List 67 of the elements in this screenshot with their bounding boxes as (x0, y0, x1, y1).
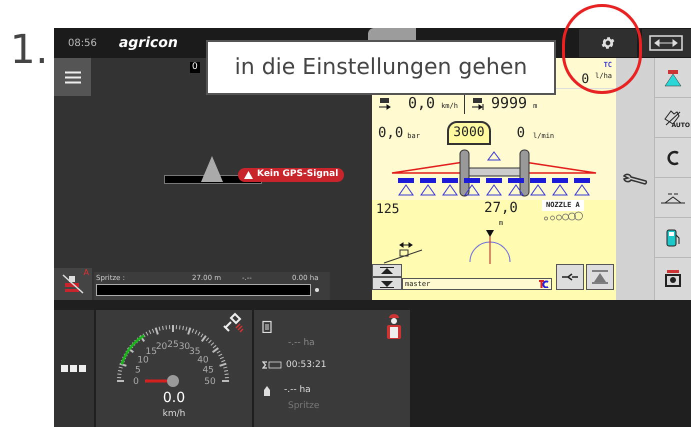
needle (145, 375, 179, 387)
settings-icon (600, 35, 616, 51)
step-number: 1. (10, 30, 50, 70)
work-time-text: 00:53:21 (286, 358, 326, 372)
boom-angle-indicator (468, 230, 512, 264)
warning-icon (244, 171, 253, 179)
gauge-tick-label: 10 (137, 355, 149, 366)
speed-reading: 0.0 (162, 390, 186, 408)
boom-raise-button[interactable] (372, 264, 402, 277)
rate-value: 0 (581, 71, 590, 89)
dots-icon (61, 365, 87, 372)
up-arrow-icon (380, 266, 394, 274)
gauge-tick-label: 15 (146, 347, 157, 358)
section-count: 125 (376, 201, 400, 219)
settings-button[interactable] (579, 29, 637, 57)
speed-value: 0,0 (408, 93, 436, 114)
gauge-tick-label: 35 (189, 347, 200, 358)
worked-area-text: -.-- ha (288, 337, 316, 350)
gauge-tick-label: 50 (204, 377, 216, 387)
logo: agricon (118, 34, 178, 52)
boom-lower-button[interactable] (372, 277, 402, 290)
boom-arrows-icon (660, 190, 686, 204)
clipboard-icon (262, 320, 272, 333)
more-widgets-button[interactable] (54, 310, 94, 427)
applied-area-text: -.-- ha (284, 384, 311, 397)
flow-value: 0 (516, 124, 526, 142)
working-width-value: 27,0 (484, 200, 518, 218)
gauge-tick-label: 40 (197, 355, 209, 366)
task-controller-icon (539, 280, 549, 288)
tank-value: 3000 (447, 121, 491, 145)
sprayer-off-icon (62, 274, 84, 294)
gauge-tick-label: 5 (134, 366, 141, 376)
swap-arrows-icon (649, 35, 684, 51)
boom-fold-button[interactable] (556, 264, 584, 290)
job-name: Spritze (288, 400, 320, 412)
gauge-tick-label: 25 (167, 340, 179, 350)
tractor-distance-icon (470, 96, 485, 110)
wrench-icon (622, 172, 648, 186)
gauge-tick-label: 30 (178, 342, 190, 352)
c-letter-icon (666, 150, 680, 166)
gauge-tick-label: 0 (133, 377, 139, 387)
distance-value: 9999 (490, 93, 528, 114)
valve-icon (664, 269, 682, 287)
sum-counter-icon (262, 361, 282, 370)
satellite-icon (222, 312, 244, 334)
gauge-tick-label: 45 (202, 366, 214, 376)
menu-icon (64, 70, 80, 84)
menu-button[interactable] (54, 58, 91, 96)
speed-reading-unit: km/h (162, 408, 186, 420)
map-counter: 0 (190, 62, 200, 73)
tractor-position-icon (201, 156, 223, 182)
gauge-tick-label: 20 (156, 342, 168, 352)
clock-time: 08:56 (68, 36, 97, 50)
tractor-speed-icon (378, 96, 392, 110)
boom-center-button[interactable] (586, 264, 614, 290)
down-arrow-icon (380, 280, 394, 288)
sprayer-nozzle-icon (664, 68, 682, 86)
gps-warning-text: Kein GPS-Signal (257, 168, 338, 182)
pressure-value: 0,0 (378, 124, 404, 142)
swap-screen-button[interactable] (642, 29, 691, 57)
callout-text: in die Einstellungen gehen (234, 54, 528, 82)
operator-icon (386, 314, 402, 340)
boom-center-icon (592, 270, 608, 284)
nozzle-size-icon (542, 210, 583, 220)
hand-drop-icon (262, 384, 272, 397)
fuel-pump-icon (666, 228, 680, 246)
auto-mode-letter: A (84, 269, 89, 277)
